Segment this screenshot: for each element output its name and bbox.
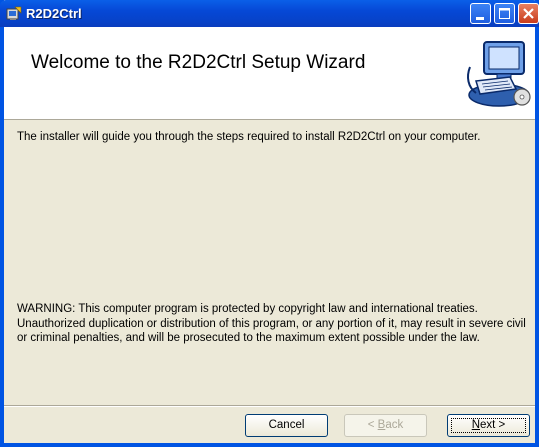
wizard-header: Welcome to the R2D2Ctrl Setup Wizard bbox=[4, 27, 535, 120]
back-button-prefix: < bbox=[367, 419, 378, 431]
back-button-label: ack bbox=[385, 419, 404, 431]
intro-text: The installer will guide you through the… bbox=[17, 131, 481, 143]
divider-highlight bbox=[4, 406, 535, 407]
title-bar[interactable]: R2D2Ctrl bbox=[0, 0, 539, 27]
page-title: Welcome to the R2D2Ctrl Setup Wizard bbox=[31, 52, 366, 73]
back-button[interactable]: < Back bbox=[344, 414, 427, 437]
cancel-button[interactable]: Cancel bbox=[245, 414, 328, 437]
close-button[interactable] bbox=[518, 3, 539, 24]
maximize-button[interactable] bbox=[494, 3, 515, 24]
next-button[interactable]: Next > bbox=[447, 414, 530, 437]
setup-wizard-window: R2D2Ctrl Welcome to the R2D2Ctrl Setup W… bbox=[0, 0, 539, 447]
computer-setup-icon bbox=[467, 41, 531, 107]
minimize-icon bbox=[476, 17, 484, 20]
installer-icon bbox=[6, 6, 22, 20]
window-title: R2D2Ctrl bbox=[26, 6, 82, 21]
minimize-button[interactable] bbox=[470, 3, 491, 24]
focus-ring bbox=[451, 418, 526, 433]
maximize-icon bbox=[499, 8, 510, 19]
copyright-warning: WARNING: This computer program is protec… bbox=[17, 303, 526, 344]
close-icon bbox=[523, 8, 534, 19]
